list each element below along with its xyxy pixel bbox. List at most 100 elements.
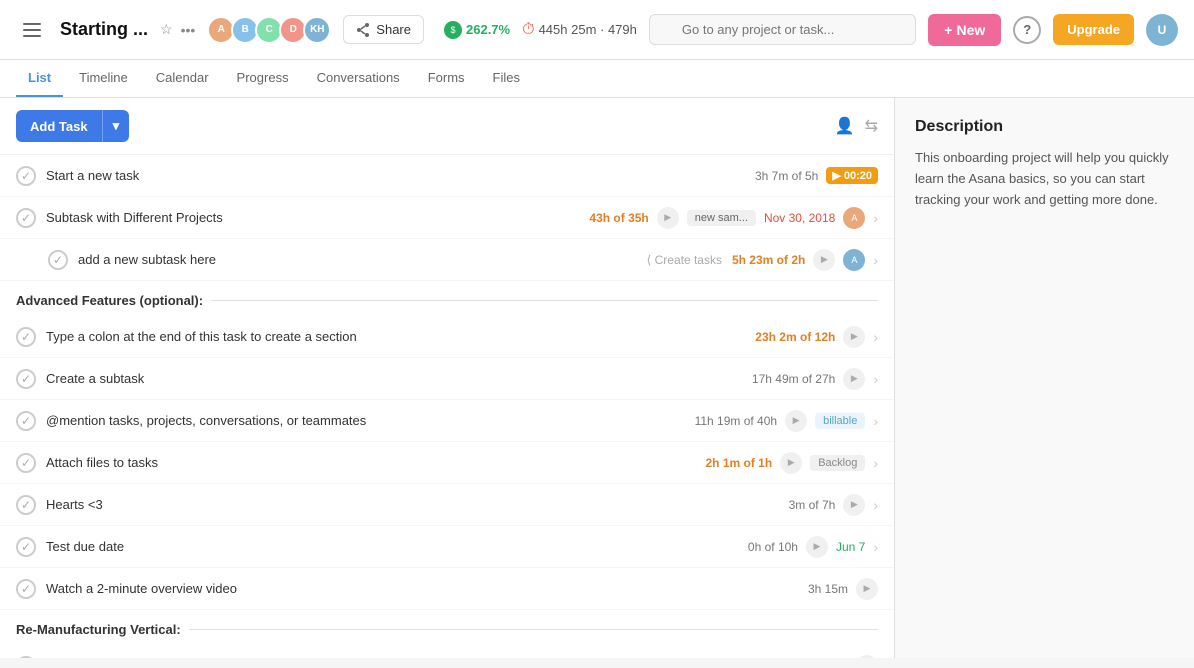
table-row: ✓ @mention tasks, projects, conversation… [0,400,894,442]
task-check[interactable]: ✓ [16,495,36,515]
tab-forms[interactable]: Forms [416,60,477,97]
task-check[interactable]: ✓ [16,579,36,599]
task-name[interactable]: Type a colon at the end of this task to … [46,329,745,344]
table-row: ✓ Hearts <3 3m of 7h ▶ › [0,484,894,526]
task-name[interactable]: Subtask with Different Projects [46,210,579,225]
task-name[interactable]: add a new subtask here [78,252,637,267]
task-check[interactable]: ✓ [16,166,36,186]
task-check[interactable]: ✓ [48,250,68,270]
expand-arrow[interactable]: › [873,371,878,387]
expand-arrow[interactable]: › [873,455,878,471]
time-label: 3h 7m of 5h [755,169,818,183]
table-row: ✓ Create a subtask 17h 49m of 27h ▶ › [0,358,894,400]
tab-progress[interactable]: Progress [225,60,301,97]
time-label: 5h 23m of 2h [732,253,805,267]
create-tasks-link[interactable]: ⟨ Create tasks [647,253,722,267]
timer-badge: ▶ 00:20 [826,167,878,184]
table-row: ✓ Attach files to tasks 2h 1m of 1h ▶ Ba… [0,442,894,484]
due-date: Nov 30, 2018 [764,211,835,225]
task-check[interactable]: ✓ [16,208,36,228]
sidebar-toggle[interactable] [16,14,48,46]
search-input[interactable] [649,14,916,45]
section-divider [189,629,878,630]
main-content: Add Task ▾ 👤 ⇆ ✓ Start a new task 3h 7m … [0,98,1194,658]
table-row: ✓ Test due date 0h of 10h ▶ Jun 7 › [0,526,894,568]
play-button[interactable]: ▶ [785,410,807,432]
tab-list[interactable]: List [16,60,63,97]
table-row: ✓ pre-production 1h ▶ [0,645,894,658]
task-check[interactable]: ✓ [16,411,36,431]
tab-conversations[interactable]: Conversations [305,60,412,97]
task-check[interactable]: ✓ [16,537,36,557]
toolbar-right: 👤 ⇆ [835,116,878,136]
task-meta: 3h 15m ▶ [808,578,878,600]
add-task-button[interactable]: Add Task ▾ [16,110,129,142]
time-label: 2h 1m of 1h [706,456,773,470]
play-button[interactable]: ▶ [813,249,835,271]
project-members: A B C D KH [207,16,331,44]
help-button[interactable]: ? [1013,16,1041,44]
task-check[interactable]: ✓ [16,369,36,389]
expand-arrow[interactable]: › [873,210,878,226]
play-button[interactable]: ▶ [780,452,802,474]
task-name[interactable]: Create a subtask [46,371,742,386]
more-options-icon[interactable]: ••• [181,22,196,38]
tab-timeline[interactable]: Timeline [67,60,140,97]
tab-calendar[interactable]: Calendar [144,60,221,97]
expand-arrow[interactable]: › [873,329,878,345]
play-button[interactable]: ▶ [657,207,679,229]
project-title: Starting ... [60,19,148,40]
play-button[interactable]: ▶ [856,578,878,600]
task-name[interactable]: @mention tasks, projects, conversations,… [46,413,685,428]
toolbar: Add Task ▾ 👤 ⇆ [0,98,894,155]
budget-icon: $ [444,21,462,39]
table-row: ✓ add a new subtask here ⟨ Create tasks … [0,239,894,281]
time-label: 3m of 7h [789,498,836,512]
play-button[interactable]: ▶ [843,368,865,390]
play-button[interactable]: ▶ [843,326,865,348]
task-name[interactable]: Attach files to tasks [46,455,696,470]
header: Starting ... ☆ ••• A B C D KH Share $ 26… [0,0,1194,60]
time-stat: ⏱ 445h 25m · 479h [522,21,637,39]
task-name[interactable]: Hearts <3 [46,497,779,512]
upgrade-button[interactable]: Upgrade [1053,14,1134,45]
description-text: This onboarding project will help you qu… [915,148,1174,210]
expand-arrow[interactable]: › [873,539,878,555]
user-avatar[interactable]: U [1146,14,1178,46]
section-title: Re-Manufacturing Vertical: [16,622,181,637]
play-button[interactable]: ▶ [856,655,878,659]
remanufacturing-task-list: ✓ pre-production 1h ▶ ✓ production 3h ▶ … [0,645,894,658]
play-button[interactable]: ▶ [806,536,828,558]
task-meta: 3m of 7h ▶ › [789,494,878,516]
section-advanced-features: Advanced Features (optional): [0,281,894,316]
task-check[interactable]: ✓ [16,656,36,659]
advanced-task-list: ✓ Type a colon at the end of this task t… [0,316,894,610]
avatar[interactable]: KH [303,16,331,44]
task-check[interactable]: ✓ [16,453,36,473]
expand-arrow[interactable]: › [873,252,878,268]
description-title: Description [915,118,1174,136]
task-name[interactable]: Test due date [46,539,738,554]
table-row: ✓ Type a colon at the end of this task t… [0,316,894,358]
star-icon[interactable]: ☆ [160,21,173,38]
share-button[interactable]: Share [343,15,424,44]
add-task-dropdown-icon[interactable]: ▾ [102,110,130,142]
time-label: 0h of 10h [748,540,798,554]
assignee-avatar: A [843,207,865,229]
filter-icon[interactable]: ⇆ [865,116,878,136]
time-label: 23h 2m of 12h [755,330,835,344]
task-check[interactable]: ✓ [16,327,36,347]
task-meta: 17h 49m of 27h ▶ › [752,368,878,390]
tab-files[interactable]: Files [481,60,532,97]
task-meta: 2h 1m of 1h ▶ Backlog › [706,452,879,474]
play-button[interactable]: ▶ [843,494,865,516]
new-button[interactable]: + New [928,14,1001,46]
task-meta: 5h 23m of 2h ▶ A › [732,249,878,271]
task-name[interactable]: Watch a 2-minute overview video [46,581,798,596]
time-label: 3h 15m [808,582,848,596]
expand-arrow[interactable]: › [873,497,878,513]
task-name[interactable]: Start a new task [46,168,745,183]
expand-arrow[interactable]: › [873,413,878,429]
time-label: 17h 49m of 27h [752,372,835,386]
person-icon[interactable]: 👤 [835,116,855,136]
